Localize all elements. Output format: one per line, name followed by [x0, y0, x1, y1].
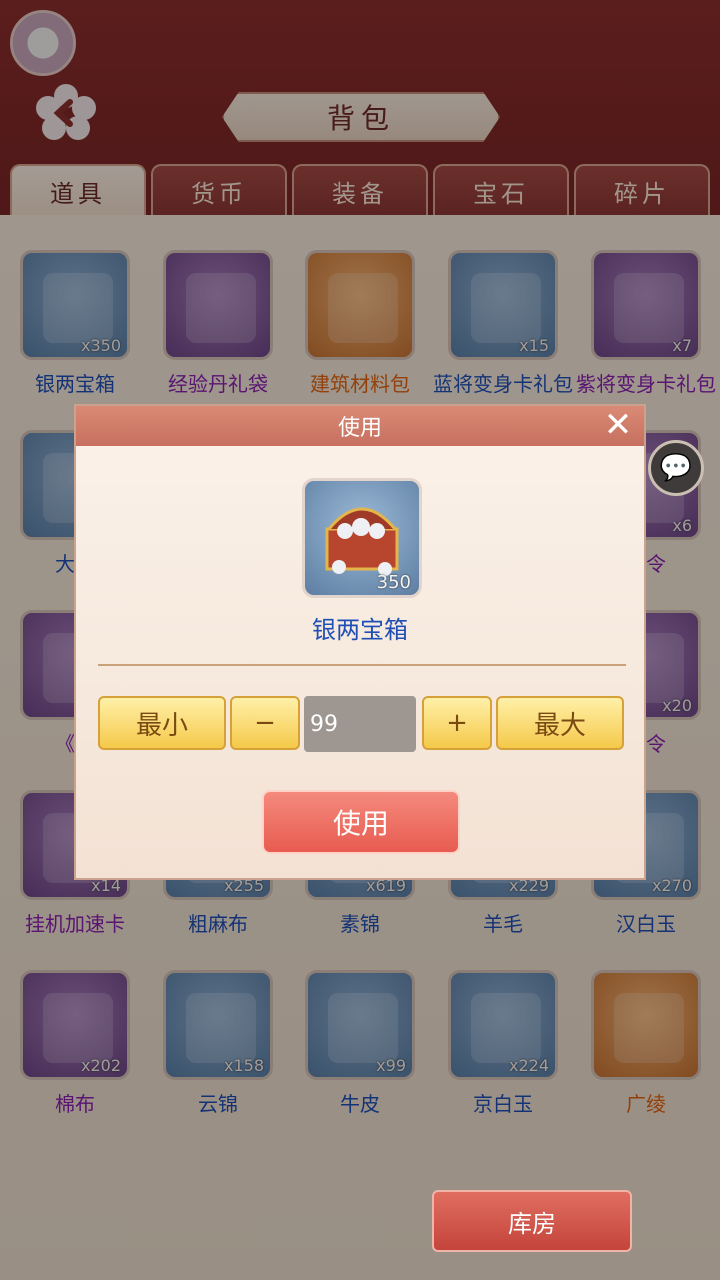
- dialog-item-name: 银两宝箱: [312, 616, 408, 644]
- max-button[interactable]: 最大: [496, 696, 624, 750]
- use-dialog: 使用 ✕ 350 银两宝箱 最小 − 99 + 最大 使用: [74, 404, 646, 880]
- dialog-item-count: 350: [376, 572, 411, 593]
- chat-glyph: 💬: [659, 453, 693, 483]
- quantity-input[interactable]: 99: [304, 696, 416, 752]
- divider: [98, 664, 626, 666]
- dialog-title: 使用: [76, 406, 644, 446]
- minus-button[interactable]: −: [230, 696, 300, 750]
- plus-button[interactable]: +: [422, 696, 492, 750]
- chat-icon[interactable]: 💬: [648, 440, 704, 496]
- min-button[interactable]: 最小: [98, 696, 226, 750]
- use-button[interactable]: 使用: [262, 790, 460, 854]
- close-icon[interactable]: ✕: [600, 408, 636, 444]
- silver-chest-icon: 350: [302, 478, 422, 598]
- warehouse-button[interactable]: 库房: [432, 1190, 632, 1252]
